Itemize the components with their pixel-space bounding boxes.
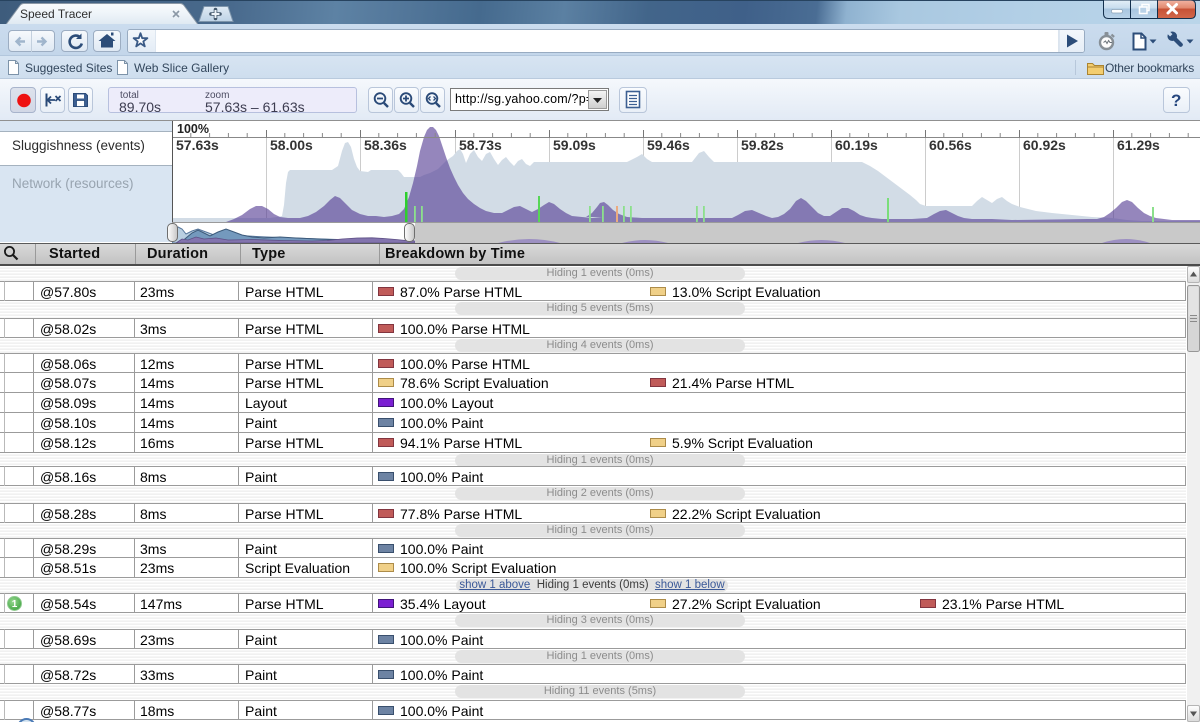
svg-text:60.92s: 60.92s [1023,137,1066,153]
svg-text:100%: 100% [177,122,209,136]
svg-text:?: ? [1171,91,1181,110]
svg-text:59.82s: 59.82s [741,137,784,153]
svg-text:59.09s: 59.09s [553,137,596,153]
svg-text:57.63s: 57.63s [176,137,219,153]
svg-text:58.36s: 58.36s [364,137,407,153]
svg-text:58.73s: 58.73s [459,137,502,153]
svg-text:60.56s: 60.56s [929,137,972,153]
svg-text:59.46s: 59.46s [647,137,690,153]
svg-text:58.00s: 58.00s [270,137,313,153]
svg-text:60.19s: 60.19s [835,137,878,153]
svg-text:61.29s: 61.29s [1117,137,1160,153]
